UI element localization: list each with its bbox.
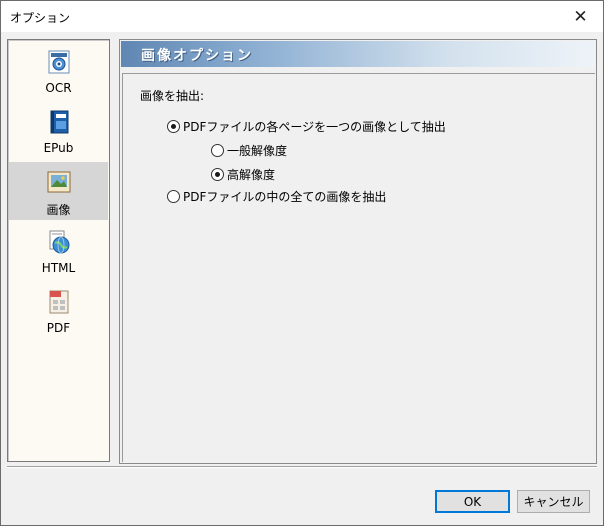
sidebar-item-label: 画像 [46,203,71,217]
radio-label: PDFファイルの各ページを一つの画像として抽出 [183,120,446,134]
radio-label: PDFファイルの中の全ての画像を抽出 [183,190,387,204]
bottom-divider [7,466,597,468]
close-button[interactable]: ✕ [558,1,603,32]
panel-title: 画像オプション [141,48,253,64]
radio-label: 高解像度 [227,168,276,182]
panel-banner: 画像オプション [121,41,595,67]
radio-label: 一般解像度 [227,144,288,158]
sidebar-item-pdf[interactable]: PDF [9,282,108,340]
radio-button[interactable] [167,120,180,133]
extract-label: 画像を抽出: [140,89,205,103]
radio-high-resolution[interactable]: 高解像度 [211,166,275,183]
radio-button[interactable] [211,168,224,181]
sidebar-item-label: PDF [46,321,71,335]
sidebar-item-label: HTML [41,261,76,275]
cancel-button[interactable]: キャンセル [517,490,590,513]
sidebar-item-epub[interactable]: EPub [9,102,108,160]
category-sidebar: OCR EPub 画像 HTML PDF [7,39,110,462]
radio-all-images[interactable]: PDFファイルの中の全ての画像を抽出 [167,188,386,205]
radio-button[interactable] [167,190,180,203]
sidebar-item-ocr[interactable]: OCR [9,42,108,100]
radio-button[interactable] [211,144,224,157]
panel-content: 画像を抽出: PDFファイルの各ページを一つの画像として抽出 一般解像度 高解像… [122,73,595,462]
sidebar-item-label: OCR [45,81,72,95]
image-icon [47,171,70,193]
epub-book-icon [50,110,68,134]
radio-each-page[interactable]: PDFファイルの各ページを一つの画像として抽出 [167,118,446,135]
ocr-icon [48,50,69,74]
window-title: オプション [10,11,71,25]
sidebar-item-image[interactable]: 画像 [9,162,108,220]
pdf-document-icon [49,290,68,314]
sidebar-item-html[interactable]: HTML [9,222,108,280]
ok-button[interactable]: OK [435,490,510,513]
radio-normal-resolution[interactable]: 一般解像度 [211,142,287,159]
options-dialog: オプション ✕ OCR EPub 画像 HTML PDF 画像オプション 画像を… [0,0,604,526]
html-globe-icon [49,230,69,254]
sidebar-item-label: EPub [43,141,74,155]
close-icon: ✕ [573,6,588,27]
title-bar: オプション ✕ [1,1,603,32]
options-panel: 画像オプション 画像を抽出: PDFファイルの各ページを一つの画像として抽出 一… [119,39,597,464]
